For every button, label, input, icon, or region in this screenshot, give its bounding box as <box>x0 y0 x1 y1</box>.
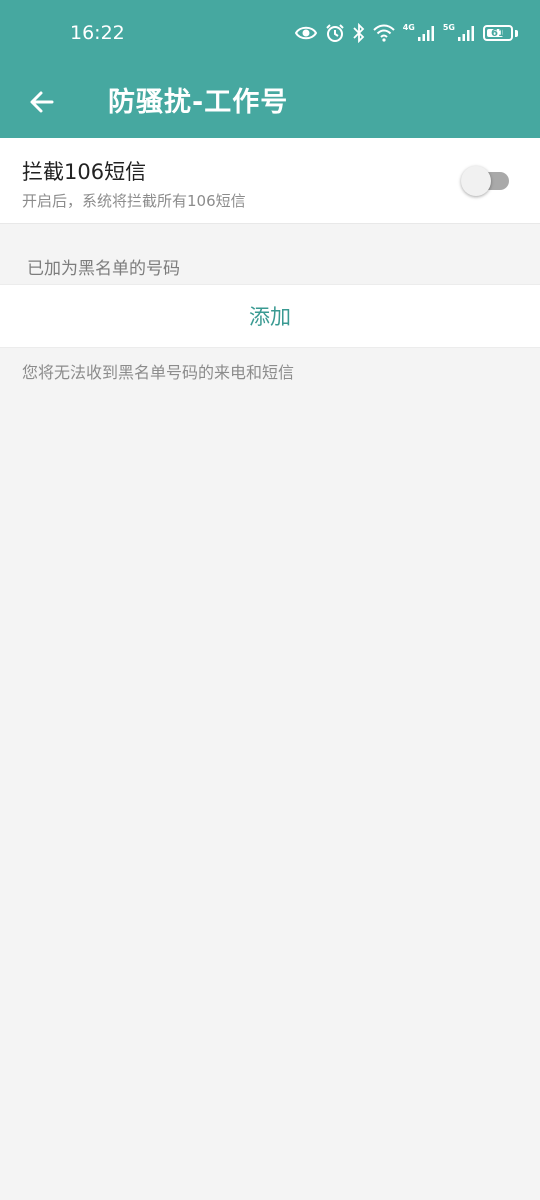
add-blacklist-label: 添加 <box>249 305 291 329</box>
signal-icon <box>457 24 475 42</box>
blacklist-footnote: 您将无法收到黑名单号码的来电和短信 <box>22 363 295 382</box>
wifi-icon <box>373 24 395 42</box>
app-bar: 防骚扰-工作号 <box>0 66 540 138</box>
arrow-left-icon <box>30 91 54 113</box>
block-106-sms-title: 拦截106短信 <box>22 160 147 184</box>
battery-icon: 61 <box>483 25 513 41</box>
alarm-icon <box>325 23 345 43</box>
status-icons: 4G 5G 61 <box>294 20 518 46</box>
block-106-sms-row[interactable]: 拦截106短信 开启后，系统将拦截所有106短信 <box>0 138 540 224</box>
battery-tip <box>515 29 518 37</box>
header: 16:22 4G 5G 61 防骚扰-工作号 <box>0 0 540 138</box>
net-type-label: 5G <box>442 22 455 32</box>
eye-icon <box>294 25 317 41</box>
toggle-knob <box>461 166 491 196</box>
add-blacklist-button[interactable]: 添加 <box>0 284 540 348</box>
battery-level: 61 <box>491 27 505 39</box>
block-106-sms-toggle[interactable] <box>461 166 511 196</box>
page-title: 防骚扰-工作号 <box>108 87 289 118</box>
block-106-sms-subtitle: 开启后，系统将拦截所有106短信 <box>22 192 246 210</box>
signal-icon <box>417 24 435 42</box>
back-button[interactable] <box>18 78 66 126</box>
blacklist-section-title: 已加为黑名单的号码 <box>27 259 180 279</box>
net-type-label: 4G <box>402 22 415 32</box>
status-time: 16:22 <box>70 22 125 44</box>
bluetooth-icon <box>353 23 365 43</box>
status-bar: 16:22 4G 5G 61 <box>0 0 540 66</box>
